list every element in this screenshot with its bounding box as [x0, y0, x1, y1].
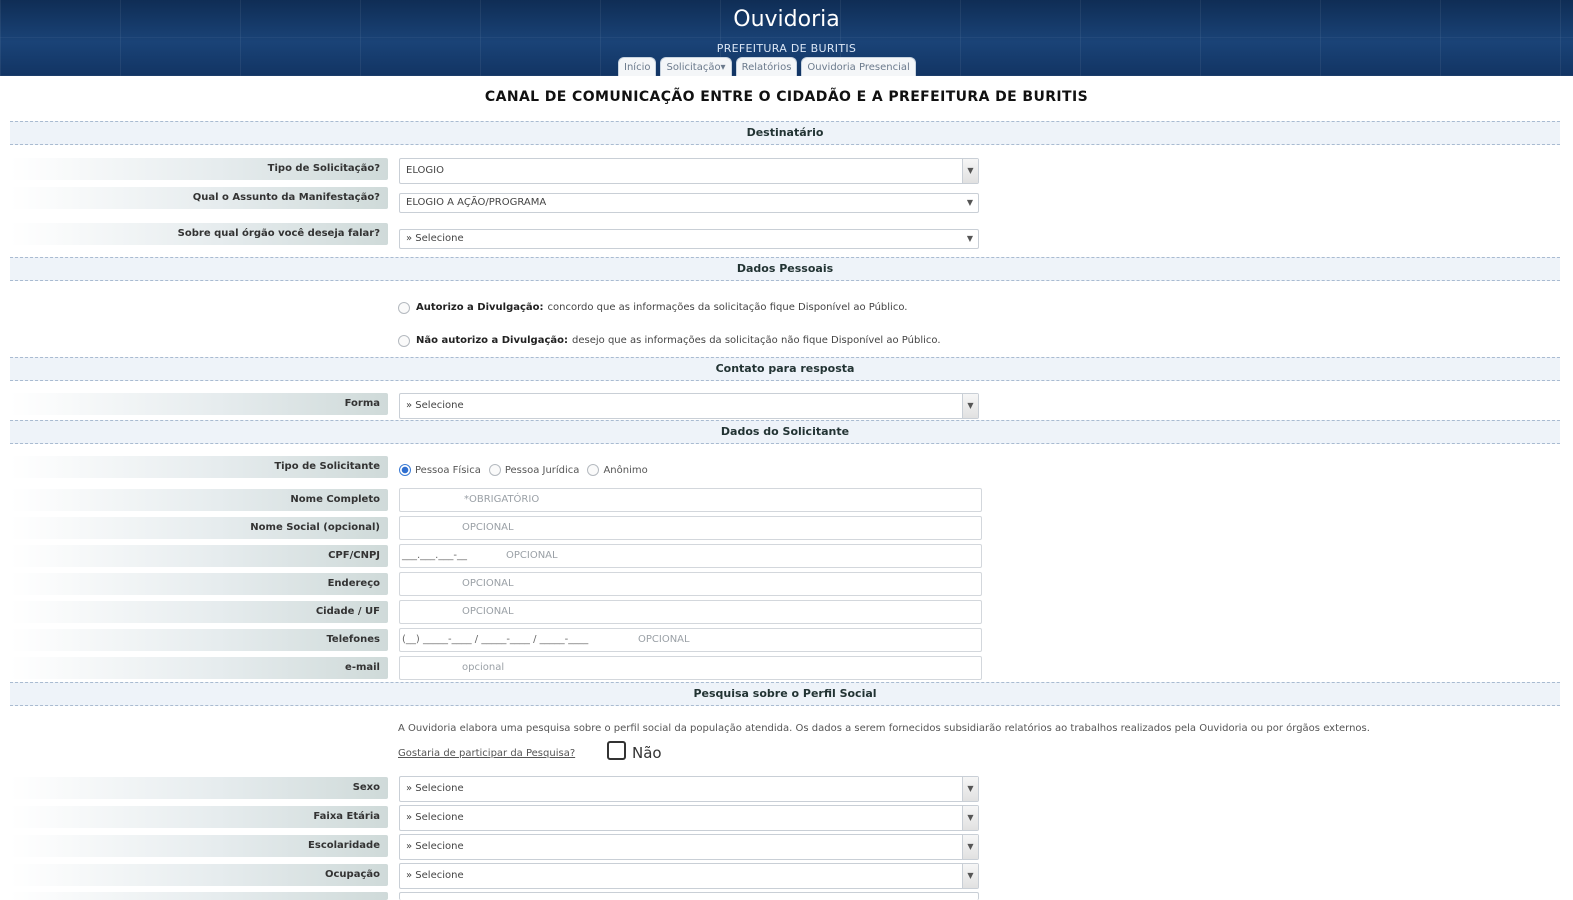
chevron-down-icon: ▼ — [962, 777, 978, 801]
site-title: Ouvidoria — [733, 7, 840, 32]
section-pesquisa: Pesquisa sobre o Perfil Social — [10, 682, 1560, 706]
main-nav: Início Solicitação▾ Relatórios Ouvidoria… — [618, 57, 916, 76]
select-orgao-value: » Selecione — [406, 233, 464, 244]
select-sexo[interactable]: » Selecione ▼ — [399, 776, 979, 802]
label-endereco: Endereço — [10, 573, 388, 595]
section-contato: Contato para resposta — [10, 357, 1560, 381]
cpf-cnpj-field[interactable]: ___.___.___-__ OPCIONAL — [399, 544, 982, 568]
site-subtitle: PREFEITURA DE BURITIS — [716, 42, 857, 55]
select-faixa-etaria-value: » Selecione — [406, 812, 464, 823]
section-destinatario: Destinatário — [10, 121, 1560, 145]
field-placeholder: *OBRIGATÓRIO — [464, 494, 540, 505]
select-assunto-value: ELOGIO A AÇÃO/PROGRAMA — [406, 197, 547, 208]
label-ocupacao: Ocupação — [10, 864, 388, 886]
section-solicitante: Dados do Solicitante — [10, 420, 1560, 444]
option-label: Pessoa Física — [415, 464, 481, 476]
radio-button[interactable] — [398, 302, 410, 314]
nav-tab-ouvidoria-presencial[interactable]: Ouvidoria Presencial — [801, 57, 916, 76]
telefones-field[interactable]: (__) _____-____ / _____-____ / _____-___… — [399, 628, 982, 652]
header: Ouvidoria PREFEITURA DE BURITIS Início S… — [0, 0, 1573, 76]
pesquisa-checkbox-label: Não — [632, 744, 662, 762]
chevron-down-icon: ▼ — [962, 835, 978, 859]
autorizo-text: concordo que as informações da solicitaç… — [547, 302, 908, 313]
label-nome-completo: Nome Completo — [10, 489, 388, 511]
chevron-down-icon: ▼ — [962, 806, 978, 830]
option-anonimo[interactable]: Anônimo — [587, 464, 648, 476]
select-tipo-solicitacao-value: ELOGIO — [406, 165, 444, 176]
field-placeholder: OPCIONAL — [462, 606, 514, 617]
field-placeholder: OPCIONAL — [462, 522, 514, 533]
label-assunto: Qual o Assunto da Manifestação? — [10, 187, 388, 209]
nav-tab-solicitacao[interactable]: Solicitação▾ — [660, 57, 732, 76]
label-orgao: Sobre qual órgão você deseja falar? — [10, 223, 388, 245]
pesquisa-checkbox[interactable] — [607, 741, 626, 760]
label-cpf-cnpj: CPF/CNPJ — [10, 545, 388, 567]
select-assunto[interactable]: ELOGIO A AÇÃO/PROGRAMA ▼ — [399, 193, 979, 213]
label-escolaridade: Escolaridade — [10, 835, 388, 857]
radio-nao-autorizo-divulgacao[interactable]: Não autorizo a Divulgação: desejo que as… — [398, 331, 941, 351]
nome-social-field[interactable]: OPCIONAL — [399, 516, 982, 540]
cidade-uf-field[interactable]: OPCIONAL — [399, 600, 982, 624]
radio-button[interactable] — [488, 464, 501, 476]
nome-completo-field[interactable]: *OBRIGATÓRIO — [399, 488, 982, 512]
label-next-field-partial — [10, 892, 388, 900]
field-placeholder: OPCIONAL — [506, 550, 558, 561]
nao-autorizo-text: desejo que as informações da solicitação… — [572, 335, 941, 346]
radio-button[interactable] — [398, 335, 410, 347]
select-forma[interactable]: » Selecione ▼ — [399, 393, 979, 419]
label-nome-social: Nome Social (opcional) — [10, 517, 388, 539]
chevron-down-icon: ▼ — [962, 864, 978, 888]
nav-tab-relatorios[interactable]: Relatórios — [735, 57, 798, 76]
label-cidade-uf: Cidade / UF — [10, 601, 388, 623]
select-next-field-partial[interactable] — [399, 892, 979, 900]
label-telefones: Telefones — [10, 629, 388, 651]
field-placeholder: OPCIONAL — [462, 578, 514, 589]
field-placeholder: OPCIONAL — [638, 634, 690, 645]
label-tipo-solicitacao: Tipo de Solicitação? — [10, 158, 388, 180]
chevron-down-icon: ▼ — [962, 159, 978, 183]
select-ocupacao[interactable]: » Selecione ▼ — [399, 863, 979, 889]
radio-button[interactable] — [587, 464, 600, 476]
option-pessoa-juridica[interactable]: Pessoa Jurídica — [488, 464, 580, 476]
select-escolaridade[interactable]: » Selecione ▼ — [399, 834, 979, 860]
label-forma: Forma — [10, 393, 388, 415]
option-label: Anônimo — [603, 464, 648, 476]
chevron-down-icon: ▼ — [966, 234, 974, 243]
select-ocupacao-value: » Selecione — [406, 870, 464, 881]
section-dados-pessoais: Dados Pessoais — [10, 257, 1560, 281]
email-field[interactable]: opcional — [399, 656, 982, 680]
select-orgao[interactable]: » Selecione ▼ — [399, 229, 979, 249]
select-forma-value: » Selecione — [406, 400, 464, 411]
select-tipo-solicitacao[interactable]: ELOGIO ▼ — [399, 158, 979, 184]
field-placeholder: opcional — [462, 662, 505, 673]
select-faixa-etaria[interactable]: » Selecione ▼ — [399, 805, 979, 831]
option-label: Pessoa Jurídica — [504, 464, 580, 476]
radio-autorizo-divulgacao[interactable]: Autorizo a Divulgação: concordo que as i… — [398, 298, 907, 318]
autorizo-label: Autorizo a Divulgação: — [416, 302, 544, 313]
chevron-down-icon: ▼ — [962, 394, 978, 418]
nav-tab-inicio[interactable]: Início — [618, 57, 657, 76]
label-faixa-etaria: Faixa Etária — [10, 806, 388, 828]
pesquisa-question: Gostaria de participar da Pesquisa? — [398, 748, 576, 759]
label-sexo: Sexo — [10, 777, 388, 799]
endereco-field[interactable]: OPCIONAL — [399, 572, 982, 596]
tipo-solicitante-options: Pessoa Física Pessoa Jurídica Anônimo — [399, 461, 656, 479]
label-email: e-mail — [10, 657, 388, 679]
field-mask: ___.___.___-__ — [402, 550, 467, 561]
select-sexo-value: » Selecione — [406, 783, 464, 794]
select-escolaridade-value: » Selecione — [406, 841, 464, 852]
option-pessoa-fisica[interactable]: Pessoa Física — [399, 464, 481, 476]
page-title: CANAL DE COMUNICAÇÃO ENTRE O CIDADÃO E A… — [484, 89, 1089, 105]
field-mask: (__) _____-____ / _____-____ / _____-___… — [402, 634, 589, 645]
label-tipo-solicitante: Tipo de Solicitante — [10, 456, 388, 478]
nao-autorizo-label: Não autorizo a Divulgação: — [416, 335, 568, 346]
pesquisa-description: A Ouvidoria elabora uma pesquisa sobre o… — [398, 723, 1370, 734]
radio-button[interactable] — [399, 464, 411, 476]
chevron-down-icon: ▼ — [966, 198, 974, 207]
